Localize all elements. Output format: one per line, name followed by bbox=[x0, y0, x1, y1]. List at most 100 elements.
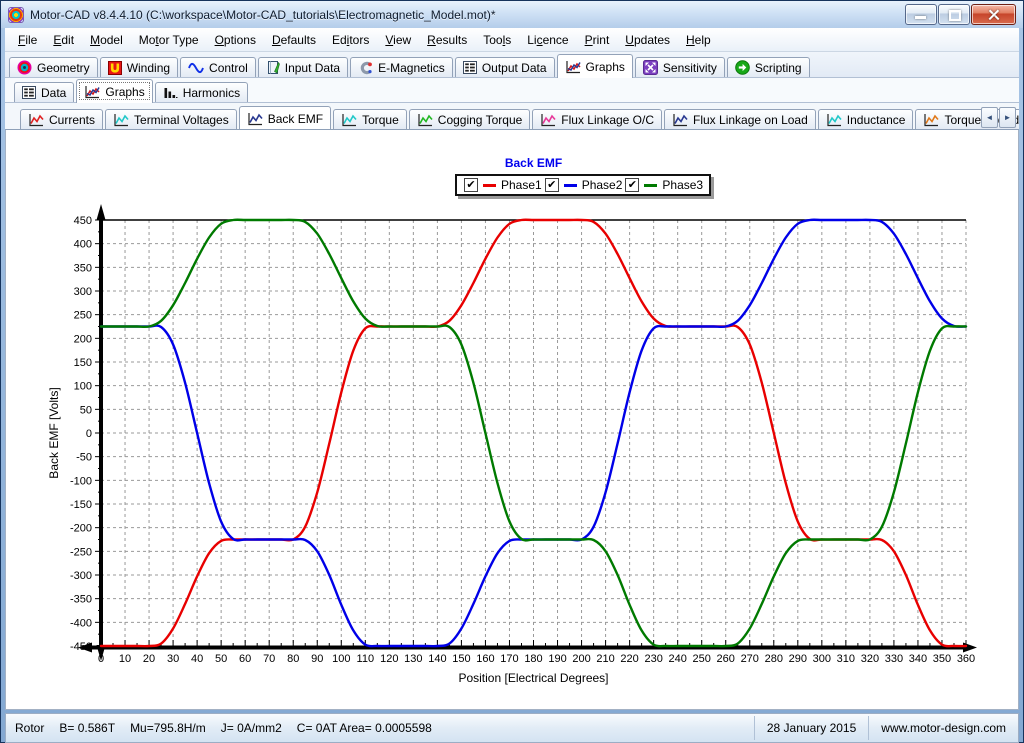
main-tab-winding[interactable]: Winding bbox=[100, 57, 178, 77]
svg-text:220: 220 bbox=[620, 653, 638, 665]
svg-text:160: 160 bbox=[476, 653, 494, 665]
svg-text:-200: -200 bbox=[70, 523, 92, 535]
svg-text:60: 60 bbox=[239, 653, 251, 665]
svg-text:170: 170 bbox=[500, 653, 518, 665]
svg-text:90: 90 bbox=[311, 653, 323, 665]
graph-tab-back-emf[interactable]: Back EMF bbox=[239, 106, 331, 130]
svg-text:140: 140 bbox=[428, 653, 446, 665]
graph-tab-terminal-voltages[interactable]: Terminal Voltages bbox=[105, 109, 237, 129]
svg-text:290: 290 bbox=[789, 653, 807, 665]
control-icon bbox=[188, 62, 204, 74]
main-tab-graphs[interactable]: Graphs bbox=[557, 54, 633, 78]
main-tab-output-data[interactable]: Output Data bbox=[455, 57, 555, 77]
svg-text:200: 200 bbox=[572, 653, 590, 665]
graph-tab-cogging-torque[interactable]: Cogging Torque bbox=[409, 109, 531, 129]
main-tab-control[interactable]: Control bbox=[180, 57, 256, 77]
menu-item-updates[interactable]: Updates bbox=[617, 30, 678, 50]
svg-text:350: 350 bbox=[933, 653, 951, 665]
phase1-checkbox[interactable]: ✔ bbox=[464, 178, 478, 192]
menu-item-results[interactable]: Results bbox=[419, 30, 475, 50]
main-tab-e-magnetics[interactable]: E-Magnetics bbox=[350, 57, 453, 77]
motor-cad-logo-icon bbox=[8, 7, 24, 23]
status-value: Mu=795.8H/m bbox=[130, 721, 206, 735]
graph-tab-label: Torque bbox=[362, 113, 399, 127]
close-button[interactable] bbox=[971, 4, 1016, 25]
graph-tabs: ◄ ► Currents Terminal VoltagesBack EMF Tor… bbox=[5, 103, 1019, 130]
view-tabs: DataGraphsHarmonics bbox=[5, 78, 1019, 103]
tab-scroll-right-button[interactable]: ► bbox=[999, 107, 1016, 128]
main-toolbar-tabs: Geometry WindingControlInput Data E-Magnet… bbox=[5, 52, 1019, 78]
menu-item-licence[interactable]: Licence bbox=[519, 30, 576, 50]
phase2-checkbox[interactable]: ✔ bbox=[545, 178, 559, 192]
status-website: www.motor-design.com bbox=[869, 714, 1018, 742]
output-data-icon bbox=[463, 61, 477, 74]
maximize-icon bbox=[949, 10, 961, 21]
phase3-color-dash bbox=[644, 184, 657, 187]
svg-text:250: 250 bbox=[693, 653, 711, 665]
graph-tab-currents[interactable]: Currents bbox=[20, 109, 103, 129]
status-value: Rotor bbox=[15, 721, 44, 735]
view-tab-harmonics[interactable]: Harmonics bbox=[155, 82, 248, 102]
main-tab-scripting[interactable]: Scripting bbox=[727, 57, 810, 77]
tab-scroller: ◄ ► bbox=[981, 107, 1016, 128]
svg-text:80: 80 bbox=[287, 653, 299, 665]
title-bar[interactable]: Motor-CAD v8.4.4.10 (C:\workspace\Motor-… bbox=[1, 1, 1023, 28]
menu-item-file[interactable]: File bbox=[10, 30, 45, 50]
menu-item-view[interactable]: View bbox=[377, 30, 419, 50]
menu-item-defaults[interactable]: Defaults bbox=[264, 30, 324, 50]
minimize-icon bbox=[915, 16, 926, 19]
view-tab-data[interactable]: Data bbox=[14, 82, 74, 102]
chart-legend: ✔Phase1✔Phase2✔Phase3 bbox=[455, 174, 711, 196]
legend-label: Phase1 bbox=[501, 178, 542, 192]
inductance-icon bbox=[826, 113, 842, 127]
menu-item-model[interactable]: Model bbox=[82, 30, 131, 50]
winding-icon bbox=[108, 61, 122, 75]
chart-grid bbox=[101, 220, 966, 646]
svg-text:190: 190 bbox=[548, 653, 566, 665]
axis-ticks: 0102030405060708090100110120130140150160… bbox=[70, 215, 975, 665]
main-tab-sensitivity[interactable]: Sensitivity bbox=[635, 57, 725, 77]
main-tab-geometry[interactable]: Geometry bbox=[9, 57, 98, 77]
view-tab-graphs[interactable]: Graphs bbox=[76, 79, 152, 103]
graphs-icon bbox=[84, 85, 100, 99]
svg-text:50: 50 bbox=[215, 653, 227, 665]
cogging-torque-icon bbox=[417, 113, 433, 127]
svg-text:150: 150 bbox=[452, 653, 470, 665]
graph-tab-torque[interactable]: Torque bbox=[333, 109, 407, 129]
svg-text:330: 330 bbox=[885, 653, 903, 665]
menu-item-tools[interactable]: Tools bbox=[475, 30, 519, 50]
menu-item-options[interactable]: Options bbox=[207, 30, 264, 50]
main-tab-input-data[interactable]: Input Data bbox=[258, 57, 348, 77]
svg-text:180: 180 bbox=[524, 653, 542, 665]
menu-item-editors[interactable]: Editors bbox=[324, 30, 377, 50]
main-tab-label: Output Data bbox=[482, 61, 547, 75]
menu-item-help[interactable]: Help bbox=[678, 30, 719, 50]
svg-text:30: 30 bbox=[167, 653, 179, 665]
main-tab-label: Geometry bbox=[37, 61, 90, 75]
menu-bar: FileEditModelMotor TypeOptionsDefaultsEd… bbox=[5, 28, 1019, 52]
svg-text:-50: -50 bbox=[76, 452, 92, 464]
maximize-button[interactable] bbox=[938, 4, 970, 25]
svg-text:10: 10 bbox=[119, 653, 131, 665]
e-magnetics-icon bbox=[358, 61, 373, 75]
graph-tab-label: Currents bbox=[49, 113, 95, 127]
svg-text:150: 150 bbox=[74, 357, 92, 369]
menu-item-print[interactable]: Print bbox=[577, 30, 618, 50]
chart-panel: Back EMF ✔Phase1✔Phase2✔Phase3 010203040… bbox=[5, 130, 1019, 710]
graph-tab-flux-linkage-o-c[interactable]: Flux Linkage O/C bbox=[532, 109, 662, 129]
svg-text:350: 350 bbox=[74, 262, 92, 274]
graph-tab-flux-linkage-on-load[interactable]: Flux Linkage on Load bbox=[664, 109, 816, 129]
main-tab-label: E-Magnetics bbox=[378, 61, 445, 75]
menu-item-edit[interactable]: Edit bbox=[45, 30, 82, 50]
currents-icon bbox=[28, 113, 44, 127]
minimize-button[interactable] bbox=[905, 4, 937, 25]
status-bar: RotorB= 0.586TMu=795.8H/mJ= 0A/mm2C= 0AT… bbox=[5, 713, 1019, 743]
legend-item-phase3: ✔Phase3 bbox=[623, 178, 704, 192]
phase1-color-dash bbox=[483, 184, 496, 187]
window-title: Motor-CAD v8.4.4.10 (C:\workspace\Motor-… bbox=[30, 8, 899, 22]
phase3-checkbox[interactable]: ✔ bbox=[625, 178, 639, 192]
svg-text:0: 0 bbox=[86, 428, 92, 440]
menu-item-motor-type[interactable]: Motor Type bbox=[131, 30, 207, 50]
tab-scroll-left-button[interactable]: ◄ bbox=[981, 107, 998, 128]
graph-tab-inductance[interactable]: Inductance bbox=[818, 109, 914, 129]
